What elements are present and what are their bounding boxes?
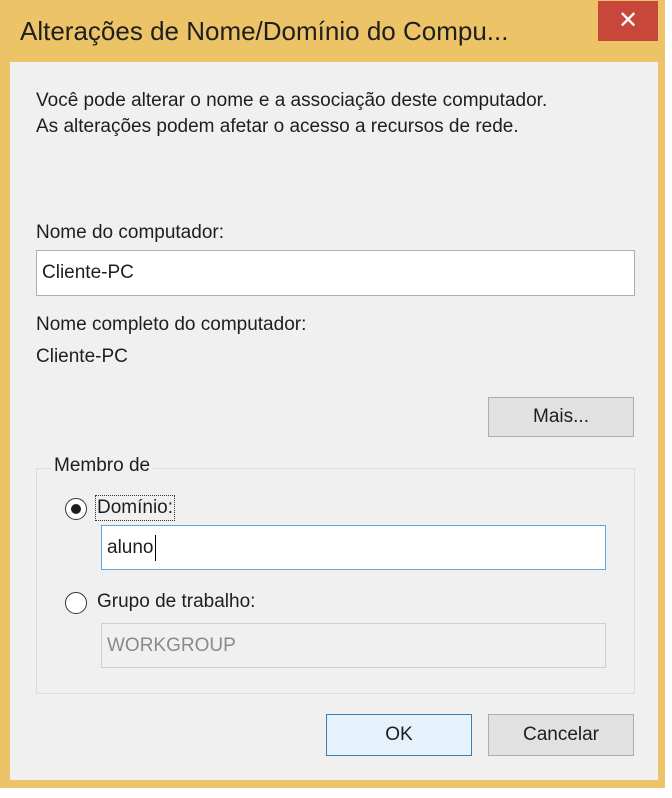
dialog-window: Alterações de Nome/Domínio do Compu... ✕… (0, 0, 665, 788)
domain-label[interactable]: Domínio: (94, 495, 176, 521)
dialog-body: Você pode alterar o nome e a associação … (10, 62, 658, 780)
member-of-legend: Membro de (51, 455, 154, 477)
member-of-groupbox: Membro de Domínio: aluno Grupo de trabal… (36, 455, 635, 694)
intro-line-1: Você pode alterar o nome e a associação … (36, 90, 548, 111)
more-button[interactable]: Mais... (488, 397, 634, 437)
computer-name-label: Nome do computador: (36, 222, 224, 243)
intro-line-2: As alterações podem afetar o acesso a re… (36, 116, 519, 137)
text-caret (154, 534, 156, 561)
full-name-label: Nome completo do computador: (36, 314, 307, 335)
cancel-button[interactable]: Cancelar (488, 714, 634, 756)
window-title: Alterações de Nome/Domínio do Compu... (20, 16, 509, 46)
workgroup-radio[interactable] (65, 592, 87, 614)
domain-input[interactable]: aluno (101, 525, 606, 570)
radio-selected-dot (71, 504, 81, 514)
domain-input-value: aluno (107, 537, 154, 558)
close-icon: ✕ (617, 7, 639, 34)
computer-name-input[interactable]: Cliente-PC (36, 250, 635, 296)
domain-radio[interactable] (65, 498, 87, 520)
ok-button[interactable]: OK (326, 714, 472, 756)
close-button[interactable]: ✕ (598, 1, 658, 41)
workgroup-input: WORKGROUP (101, 623, 606, 668)
workgroup-label[interactable]: Grupo de trabalho: (97, 591, 255, 613)
title-bar[interactable]: Alterações de Nome/Domínio do Compu... ✕ (0, 0, 665, 62)
full-name-value: Cliente-PC (36, 346, 128, 367)
